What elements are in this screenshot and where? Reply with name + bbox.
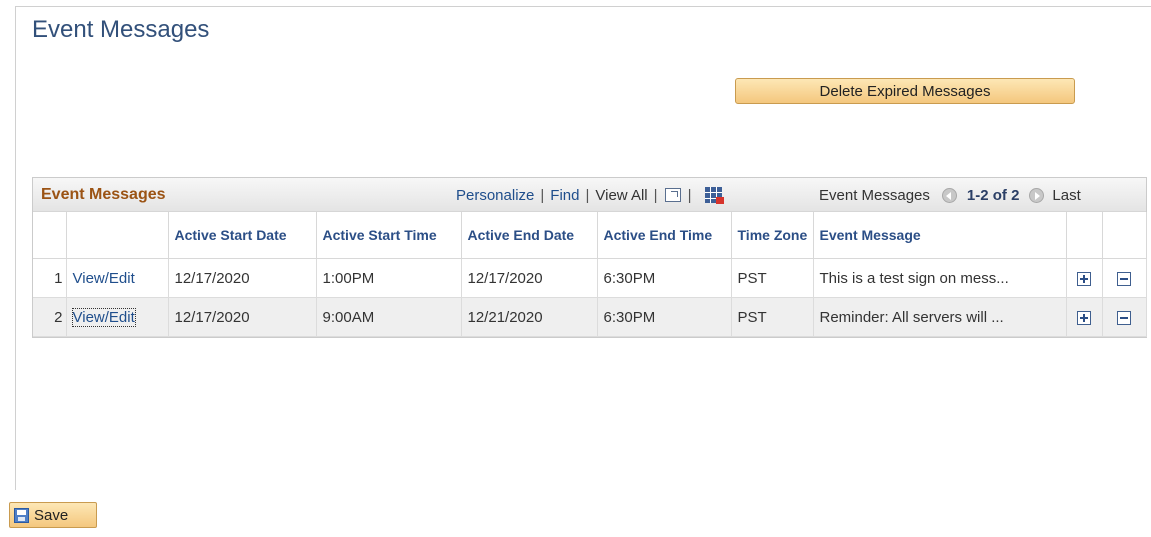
event-messages-grid: Event Messages Personalize | Find | View… xyxy=(32,177,1147,338)
nav-separator: | xyxy=(540,186,545,204)
personalize-link[interactable]: Personalize xyxy=(456,187,534,204)
cell-end-time: 6:30PM xyxy=(597,297,732,337)
grid-download-icon[interactable] xyxy=(705,187,725,204)
nav-separator: | xyxy=(585,186,590,204)
nav-separator: | xyxy=(687,186,692,204)
view-edit-link-cell: View/Edit xyxy=(66,297,169,337)
cell-time-zone: PST xyxy=(731,297,814,337)
circle-right-arrow-icon[interactable] xyxy=(1029,187,1045,203)
column-header-link xyxy=(66,212,169,259)
grid-title: Event Messages xyxy=(41,186,166,203)
cell-end-time: 6:30PM xyxy=(597,258,732,298)
save-label: Save xyxy=(34,506,69,524)
minus-icon[interactable] xyxy=(1117,310,1131,325)
plus-icon[interactable] xyxy=(1077,310,1091,325)
grid-nav: Personalize | Find | View All | | xyxy=(456,185,725,205)
pager-label: Event Messages xyxy=(819,186,930,204)
save-disk-icon xyxy=(14,507,29,523)
delete-row-cell xyxy=(1102,297,1147,337)
delete-row-cell xyxy=(1102,258,1147,298)
add-row-cell xyxy=(1066,258,1103,298)
table-row: 1 View/Edit 12/17/2020 1:00PM 12/17/2020… xyxy=(33,258,1147,298)
row-number: 1 xyxy=(33,258,67,298)
circle-left-arrow-icon[interactable] xyxy=(941,187,957,203)
column-header-event-message: Event Message xyxy=(813,212,1067,259)
grid-header: Event Messages Personalize | Find | View… xyxy=(33,178,1146,212)
cell-start-time: 1:00PM xyxy=(316,258,462,298)
plus-icon[interactable] xyxy=(1077,271,1091,286)
nav-separator: | xyxy=(653,186,658,204)
column-header-active-end-date: Active End Date xyxy=(461,212,598,259)
delete-expired-messages-button[interactable]: Delete Expired Messages xyxy=(735,78,1075,104)
top-divider xyxy=(15,6,1151,7)
add-row-cell xyxy=(1066,297,1103,337)
event-messages-table: Active Start Date Active Start Time Acti… xyxy=(33,212,1147,337)
minus-icon[interactable] xyxy=(1117,271,1131,286)
column-header-rownum xyxy=(33,212,67,259)
column-header-active-end-time: Active End Time xyxy=(597,212,732,259)
cell-end-date: 12/21/2020 xyxy=(461,297,598,337)
table-header-row: Active Start Date Active Start Time Acti… xyxy=(33,212,1147,259)
view-all-link[interactable]: View All xyxy=(595,187,647,204)
cell-time-zone: PST xyxy=(731,258,814,298)
last-link[interactable]: Last xyxy=(1052,187,1080,204)
cell-event-message: This is a test sign on mess... xyxy=(813,258,1067,298)
column-header-time-zone: Time Zone xyxy=(731,212,814,259)
cell-start-time: 9:00AM xyxy=(316,297,462,337)
column-header-active-start-date: Active Start Date xyxy=(168,212,317,259)
cell-start-date: 12/17/2020 xyxy=(168,258,317,298)
row-number: 2 xyxy=(33,297,67,337)
zoom-icon[interactable] xyxy=(664,188,681,202)
view-edit-link[interactable]: View/Edit xyxy=(73,270,135,287)
column-header-delete xyxy=(1102,212,1147,259)
page-title: Event Messages xyxy=(32,16,210,43)
cell-end-date: 12/17/2020 xyxy=(461,258,598,298)
pager-range: 1-2 of 2 xyxy=(966,186,1020,204)
grid-pager: Event Messages 1-2 of 2 Last xyxy=(819,185,1081,205)
save-button[interactable]: Save xyxy=(9,502,97,528)
column-header-add xyxy=(1066,212,1103,259)
column-header-active-start-time: Active Start Time xyxy=(316,212,462,259)
left-divider xyxy=(15,6,16,490)
view-edit-link-cell: View/Edit xyxy=(66,258,169,298)
cell-event-message: Reminder: All servers will ... xyxy=(813,297,1067,337)
table-row: 2 View/Edit 12/17/2020 9:00AM 12/21/2020… xyxy=(33,297,1147,337)
view-edit-link[interactable]: View/Edit xyxy=(71,307,136,327)
cell-start-date: 12/17/2020 xyxy=(168,297,317,337)
find-link[interactable]: Find xyxy=(550,187,579,204)
